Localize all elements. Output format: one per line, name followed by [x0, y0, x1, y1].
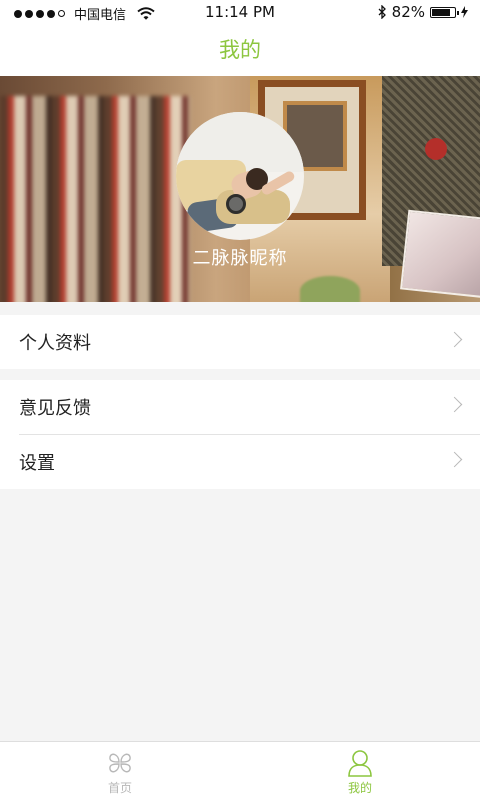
chevron-right-icon: [446, 451, 463, 468]
page-title: 我的: [219, 38, 261, 62]
menu-item-label: 个人资料: [19, 333, 91, 354]
tab-label: 我的: [347, 781, 372, 795]
status-right: 82%: [378, 3, 468, 21]
menu-section-profile: 个人资料: [0, 315, 480, 369]
chevron-right-icon: [446, 396, 463, 413]
tab-bar: 首页 我的: [0, 741, 480, 801]
avatar[interactable]: [176, 112, 304, 240]
menu-item-label: 设置: [19, 453, 55, 474]
chevron-right-icon: [446, 331, 463, 348]
tab-home[interactable]: 首页: [0, 742, 240, 801]
nav-bar: 我的: [0, 24, 480, 76]
background-plant: [300, 276, 360, 302]
menu-item-feedback[interactable]: 意见反馈: [0, 380, 480, 434]
status-bar: 中国电信 11:14 PM 82%: [0, 0, 480, 24]
charging-icon: [461, 6, 468, 18]
menu-item-profile[interactable]: 个人资料: [0, 315, 480, 369]
tab-label: 首页: [107, 781, 132, 795]
headphones-icon: [226, 194, 246, 214]
battery-level: [432, 8, 450, 16]
battery-percentage: 82%: [391, 3, 425, 21]
tab-mine[interactable]: 我的: [240, 742, 480, 801]
background-rose: [425, 138, 447, 160]
menu-item-label: 意见反馈: [19, 398, 91, 419]
battery-icon: [430, 6, 459, 18]
background-bookshelf: [0, 96, 190, 302]
menu-section-misc: 意见反馈 设置: [0, 380, 480, 489]
user-nickname[interactable]: 二脉脉昵称: [0, 244, 480, 270]
person-icon: [348, 750, 372, 777]
bluetooth-icon: [378, 5, 386, 19]
clover-icon: [109, 753, 131, 773]
menu-item-settings[interactable]: 设置: [0, 435, 480, 489]
battery-tip: [457, 10, 459, 15]
